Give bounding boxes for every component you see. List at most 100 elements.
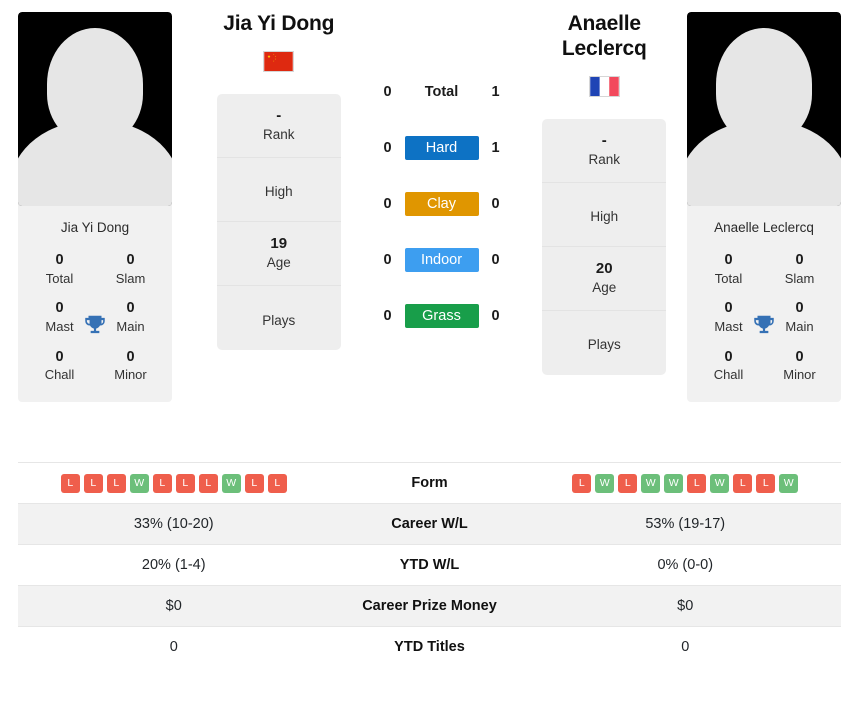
china-flag-icon: [263, 50, 295, 72]
left-ytd-wl: 20% (1-4): [141, 557, 206, 573]
h2h-row-hard: 0 Hard 1: [362, 120, 522, 176]
high-label: High: [590, 208, 619, 224]
age-value: 20: [595, 260, 613, 278]
h2h-right-score: 0: [491, 308, 500, 324]
right-player-info-column: Anaelle Leclercq - Rank High 20 Age Play…: [522, 12, 688, 375]
title-label: Chall: [44, 367, 75, 383]
form-badge-loss: L: [267, 473, 287, 493]
title-label: Total: [714, 270, 743, 286]
left-player-info-panel: - Rank High 19 Age Plays: [216, 93, 341, 350]
trophy-icon: [85, 315, 105, 333]
rank-value: -: [601, 132, 607, 150]
form-badge-loss: L: [175, 473, 195, 493]
right-player-name: Anaelle Leclercq: [561, 12, 647, 60]
stat-label-career-prize: Career Prize Money: [362, 598, 497, 614]
left-career-wl: 33% (10-20): [133, 516, 214, 532]
title-value: 0: [724, 252, 733, 268]
h2h-surface-badge-hard: Hard: [404, 136, 479, 160]
info-row-rank: - Rank: [542, 119, 667, 183]
right-player-caption: Anaelle Leclercq: [714, 220, 814, 235]
form-badge-loss: L: [83, 473, 103, 493]
h2h-left-score: 0: [383, 196, 392, 212]
age-label: Age: [266, 254, 291, 270]
h2h-surface-badge-indoor: Indoor: [404, 248, 479, 272]
h2h-right-score: 0: [491, 196, 500, 212]
form-badge-loss: L: [572, 473, 592, 493]
stat-row-form: LLLWLLLWLL Form LWLWWLWLLW: [18, 462, 841, 503]
left-player-info-column: Jia Yi Dong - Rank High 19 Age Plays: [172, 12, 362, 350]
h2h-left-score: 0: [383, 140, 392, 156]
left-career-prize: $0: [165, 598, 182, 614]
age-value: 19: [270, 235, 288, 253]
right-career-prize: $0: [677, 598, 694, 614]
avatar-ear-right: [105, 94, 121, 124]
right-form-badges: LWLWWLWLLW: [530, 473, 842, 493]
title-label: Slam: [115, 270, 146, 286]
title-cell-total: 0 Total: [693, 247, 764, 293]
info-row-plays: Plays: [217, 286, 341, 350]
player-comparison-header: Jia Yi Dong 0 Total 0 Slam 0 Mast 0 Main…: [0, 0, 859, 462]
form-badge-loss: L: [756, 473, 776, 493]
h2h-row-clay: 0 Clay 0: [362, 176, 522, 232]
stat-label-form: Form: [411, 475, 448, 491]
form-badge-loss: L: [198, 473, 218, 493]
h2h-left-score: 0: [383, 308, 392, 324]
title-cell-minor: 0 Minor: [95, 344, 166, 390]
left-player-titles-grid: 0 Total 0 Slam 0 Mast 0 Main 0 Chall 0 M…: [18, 247, 172, 402]
h2h-right-score: 0: [491, 252, 500, 268]
form-badge-win: W: [641, 473, 661, 493]
left-form-badges: LLLWLLLWLL: [18, 473, 330, 493]
title-label: Chall: [713, 367, 744, 383]
form-badge-loss: L: [687, 473, 707, 493]
title-cell-chall: 0 Chall: [24, 344, 95, 390]
form-badge-loss: L: [618, 473, 638, 493]
stat-label-ytd-wl: YTD W/L: [399, 557, 460, 573]
right-player-info-panel: - Rank High 20 Age Plays: [542, 118, 667, 375]
avatar-ear-left: [738, 94, 754, 124]
plays-label: Plays: [262, 312, 296, 328]
title-cell-chall: 0 Chall: [693, 344, 764, 390]
age-label: Age: [592, 279, 617, 295]
right-player-photo-card[interactable]: Anaelle Leclercq 0 Total 0 Slam 0 Mast 0…: [687, 12, 841, 403]
right-ytd-titles: 0: [681, 639, 690, 655]
form-badge-loss: L: [60, 473, 80, 493]
form-badge-loss: L: [106, 473, 126, 493]
comparison-stats-table: LLLWLLLWLL Form LWLWWLWLLW 33% (10-20) C…: [0, 462, 859, 667]
right-player-titles-grid: 0 Total 0 Slam 0 Mast 0 Main 0 Chall 0 M…: [687, 247, 841, 402]
h2h-row-indoor: 0 Indoor 0: [362, 232, 522, 288]
title-cell-minor: 0 Minor: [764, 344, 835, 390]
right-career-wl: 53% (19-17): [645, 516, 726, 532]
avatar-head: [716, 28, 812, 144]
info-row-plays: Plays: [542, 311, 666, 375]
h2h-row-total: 0 Total 1: [362, 64, 522, 120]
title-value: 0: [795, 348, 804, 365]
form-badge-loss: L: [733, 473, 753, 493]
h2h-row-grass: 0 Grass 0: [362, 288, 522, 344]
form-badge-win: W: [129, 473, 149, 493]
title-value: 0: [724, 348, 733, 365]
h2h-right-score: 1: [491, 140, 500, 156]
left-player-caption: Jia Yi Dong: [60, 220, 130, 235]
title-cell-total: 0 Total: [24, 247, 95, 293]
avatar-ear-right: [774, 94, 790, 124]
title-label: Total: [45, 270, 74, 286]
plays-label: Plays: [587, 337, 621, 353]
stat-row-ytd-wl: 20% (1-4) YTD W/L 0% (0-0): [18, 544, 841, 585]
left-form-cell: LLLWLLLWLL: [18, 473, 330, 493]
stat-row-ytd-titles: 0 YTD Titles 0: [18, 626, 841, 667]
left-player-photo-card[interactable]: Jia Yi Dong 0 Total 0 Slam 0 Mast 0 Main…: [18, 12, 172, 403]
h2h-right-score: 1: [491, 84, 500, 100]
stat-row-career-wl: 33% (10-20) Career W/L 53% (19-17): [18, 503, 841, 544]
info-row-age: 20 Age: [542, 247, 667, 311]
form-badge-win: W: [595, 473, 615, 493]
stat-row-career-prize: $0 Career Prize Money $0: [18, 585, 841, 626]
title-cell-slam: 0 Slam: [95, 247, 166, 293]
left-player-avatar: [18, 12, 172, 206]
title-label: Minor: [783, 367, 816, 383]
avatar-ear-left: [69, 94, 85, 124]
info-row-rank: - Rank: [216, 94, 341, 158]
head-to-head-column: 0 Total 1 0 Hard 1 0 Clay 0 0 Indoor 0 0…: [362, 12, 522, 344]
right-ytd-wl: 0% (0-0): [657, 557, 714, 573]
form-badge-win: W: [779, 473, 799, 493]
avatar-head: [47, 28, 143, 144]
